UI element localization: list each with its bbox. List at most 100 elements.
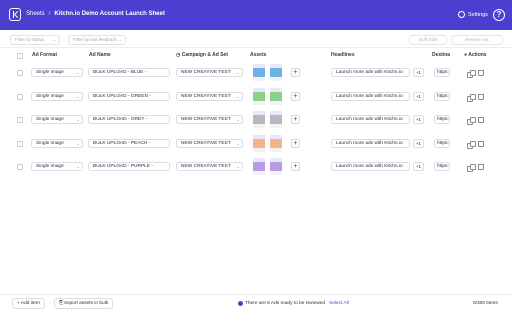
asset-thumbnail[interactable] [270, 158, 282, 176]
column-ad-name: Ad Name [89, 52, 111, 58]
table-row: Single image ⌄ BULK UPLOAD - BLUE - NEW CRE… [0, 62, 512, 84]
headline-count-badge[interactable]: +1 [413, 68, 424, 77]
ad-format-value: Single image [36, 140, 64, 146]
asset-thumbnail[interactable] [253, 134, 265, 152]
headline-count-badge[interactable]: +1 [413, 115, 424, 125]
select-all-link[interactable]: Select All [329, 301, 349, 306]
status-dot-icon [238, 301, 243, 306]
campaign-select[interactable]: NEW CREATIVE TEST ⌄ [176, 162, 243, 172]
select-all-checkbox[interactable] [17, 53, 23, 59]
ad-format-select[interactable]: Single image ⌄ [31, 68, 83, 77]
destination-input[interactable]: https: [434, 115, 450, 125]
import-assets-button[interactable]: ⎘ Import assets in bulk [54, 298, 114, 309]
asset-thumbnail[interactable] [253, 158, 265, 176]
row-checkbox[interactable] [17, 140, 23, 147]
asset-thumbnail[interactable] [270, 134, 282, 152]
top-bar: Sheets / Kitchn.io Demo Account Launch S… [0, 0, 512, 30]
campaign-select[interactable]: NEW CREATIVE TEST ⌄ [176, 68, 243, 77]
row-checkbox[interactable] [17, 164, 23, 171]
add-asset-button[interactable]: + [291, 68, 300, 77]
headline-input[interactable]: Launch more ads with Kitchn.io [331, 162, 410, 172]
duplicate-icon[interactable] [467, 70, 476, 78]
column-actions-label: Actions [468, 52, 487, 58]
add-asset-button[interactable]: + [291, 115, 300, 125]
campaign-value: NEW CREATIVE TEST [181, 164, 231, 170]
row-checkbox[interactable] [17, 70, 23, 76]
ad-format-select[interactable]: Single image ⌄ [31, 162, 83, 172]
trash-icon[interactable] [478, 70, 484, 76]
settings-button[interactable]: Settings [458, 11, 488, 18]
bulk-edit-button[interactable]: Bulk Edit [409, 35, 447, 45]
add-asset-button[interactable]: + [291, 138, 300, 148]
campaign-value: NEW CREATIVE TEST [181, 70, 231, 75]
asset-thumbnail[interactable] [270, 111, 282, 129]
table-row: Single image ⌄ BULK UPLOAD - GREEN - NEW CR… [0, 86, 512, 108]
ad-format-value: Single image [36, 164, 64, 170]
headline-count-badge[interactable]: +1 [413, 91, 424, 101]
feedback-filter-placeholder: Filter by last feedback [73, 37, 117, 42]
status-filter-select[interactable]: Filter by status ⌄ [10, 35, 60, 45]
chevron-down-icon: ⌄ [236, 70, 240, 75]
ad-name-value: BULK UPLOAD - BLUE - [93, 70, 147, 75]
headline-value: Launch more ads with Kitchn.io [336, 93, 403, 99]
ad-name-input[interactable]: BULK UPLOAD - PURPLE - [88, 162, 170, 172]
campaign-value: NEW CREATIVE TEST [181, 117, 231, 123]
footer-bar: + Add item ⎘ Import assets in bulk There… [0, 294, 512, 312]
headline-input[interactable]: Launch more ads with Kitchn.io [331, 68, 410, 77]
headline-count-badge[interactable]: +1 [413, 138, 424, 148]
destination-input[interactable]: https: [434, 91, 450, 101]
headline-input[interactable]: Launch more ads with Kitchn.io [331, 138, 410, 148]
duplicate-icon[interactable] [467, 140, 476, 149]
ad-name-value: BULK UPLOAD - GREY - [93, 117, 148, 123]
destination-input[interactable]: https: [434, 138, 450, 148]
destination-value: https: [437, 117, 449, 123]
help-icon[interactable]: ? [493, 9, 505, 21]
ad-format-select[interactable]: Single image ⌄ [31, 138, 83, 148]
duplicate-icon[interactable] [467, 93, 476, 102]
ad-name-input[interactable]: BULK UPLOAD - BLUE - [88, 68, 170, 77]
ad-name-input[interactable]: BULK UPLOAD - GREY - [88, 115, 170, 125]
add-asset-button[interactable]: + [291, 162, 300, 172]
duplicate-icon[interactable] [467, 117, 476, 126]
destination-input[interactable]: https: [434, 162, 450, 172]
add-item-label: Add item [20, 301, 40, 306]
ad-name-input[interactable]: BULK UPLOAD - PEACH - [88, 138, 170, 148]
headline-count-badge[interactable]: +1 [413, 162, 424, 172]
campaign-select[interactable]: NEW CREATIVE TEST ⌄ [176, 138, 243, 148]
trash-icon[interactable] [478, 93, 484, 100]
app-logo-icon[interactable] [9, 8, 21, 21]
asset-thumbnail[interactable] [270, 64, 282, 81]
column-campaign: ◷ Campaign & Ad Set [176, 52, 228, 58]
campaign-select[interactable]: NEW CREATIVE TEST ⌄ [176, 91, 243, 101]
ad-name-input[interactable]: BULK UPLOAD - GREEN - [88, 91, 170, 101]
destination-input[interactable]: https: [434, 68, 450, 77]
asset-thumbnail[interactable] [270, 87, 282, 105]
ad-format-select[interactable]: Single image ⌄ [31, 115, 83, 125]
asset-thumbnail[interactable] [253, 111, 265, 129]
ad-format-value: Single image [36, 93, 64, 99]
row-checkbox[interactable] [17, 93, 23, 100]
add-asset-button[interactable]: + [291, 91, 300, 101]
ad-format-select[interactable]: Single image ⌄ [31, 91, 83, 101]
campaign-value: NEW CREATIVE TEST [181, 93, 231, 99]
column-headlines: Headlines [331, 52, 355, 58]
breadcrumb-sheets-link[interactable]: Sheets [26, 11, 45, 17]
trash-icon[interactable] [478, 164, 484, 171]
add-item-button[interactable]: + Add item [12, 298, 45, 309]
trash-icon[interactable] [478, 140, 484, 147]
headline-input[interactable]: Launch more ads with Kitchn.io [331, 91, 410, 101]
headline-value: Launch more ads with Kitchn.io [336, 70, 403, 75]
review-ads-button[interactable]: Review Ads [451, 35, 503, 45]
feedback-filter-select[interactable]: Filter by last feedback ⌄ [68, 35, 126, 45]
column-campaign-label: Campaign & Ad Set [181, 52, 228, 58]
asset-thumbnail[interactable] [253, 64, 265, 81]
duplicate-icon[interactable] [467, 164, 476, 173]
headline-input[interactable]: Launch more ads with Kitchn.io [331, 115, 410, 125]
ad-name-value: BULK UPLOAD - GREEN - [93, 93, 151, 99]
trash-icon[interactable] [478, 117, 484, 124]
row-checkbox[interactable] [17, 117, 23, 124]
campaign-select[interactable]: NEW CREATIVE TEST ⌄ [176, 115, 243, 125]
asset-thumbnail[interactable] [253, 87, 265, 105]
breadcrumb: Sheets / Kitchn.io Demo Account Launch S… [26, 11, 165, 17]
ad-name-value: BULK UPLOAD - PURPLE - [93, 164, 153, 170]
